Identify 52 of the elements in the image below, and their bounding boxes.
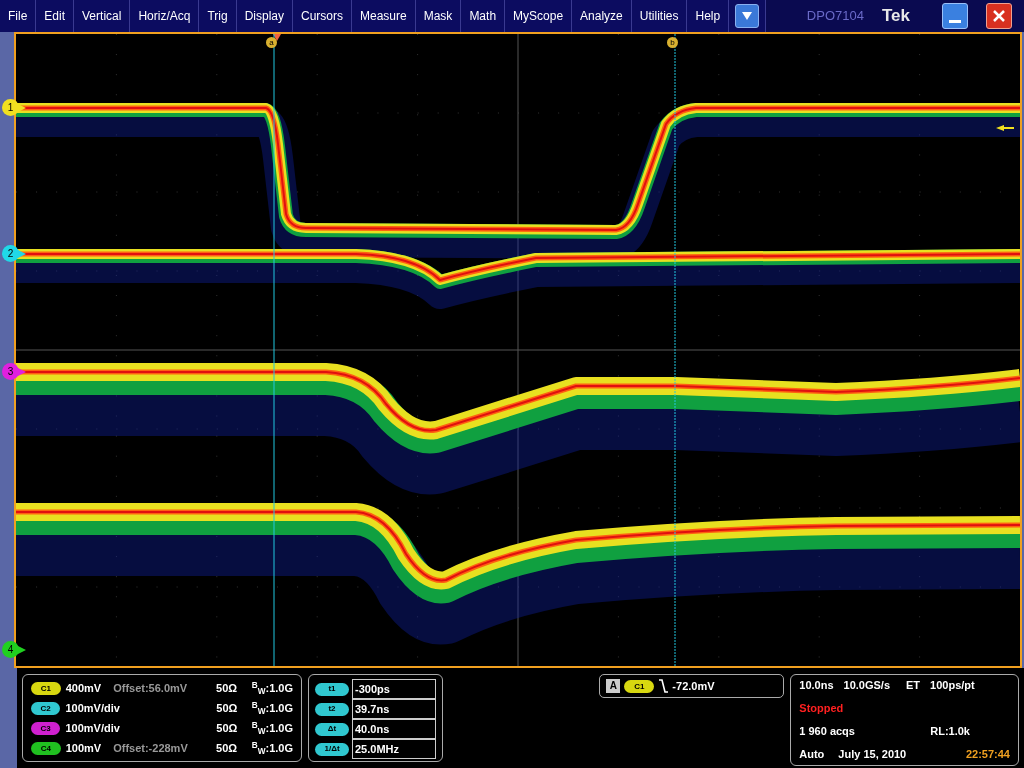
channel-impedance: 50Ω [216, 700, 239, 716]
channel-offset: Offset:-228mV [113, 740, 189, 756]
channel-scale: 100mV/div [65, 720, 121, 736]
run-state: Stopped [799, 701, 845, 717]
close-button[interactable] [986, 3, 1012, 29]
channel-scale: 400mV [65, 680, 103, 696]
brand-logo: Tek [881, 5, 910, 28]
cursor-line[interactable] [674, 34, 676, 666]
timebase: 10.0ns [799, 678, 834, 693]
cursor-button[interactable]: t1 [315, 682, 349, 696]
channel-button[interactable]: C3 [31, 721, 61, 735]
model-name: DPO7104 [806, 7, 864, 26]
minimize-button[interactable] [942, 3, 968, 29]
channel-offset: Offset:56.0mV [113, 680, 189, 696]
trigger-mode: A [606, 679, 621, 693]
marker-arrow-icon [16, 249, 26, 259]
cursor-value: -300ps [352, 679, 437, 699]
channel-button[interactable]: C4 [31, 741, 61, 755]
minimize-icon [949, 20, 961, 23]
channel-button[interactable]: C2 [31, 701, 61, 715]
cursor-value: 39.7ns [352, 699, 437, 719]
channel-scale: 100mV/div [65, 700, 121, 716]
marker-arrow-icon [16, 645, 26, 655]
resolution: 100ps/pt [930, 678, 975, 693]
cursor-button[interactable]: 1/Δt [315, 742, 349, 756]
channel-button[interactable]: C1 [31, 681, 61, 695]
dropdown-button[interactable] [735, 4, 760, 28]
falling-edge-icon [658, 679, 669, 693]
sample-rate: 10.0GS/s [843, 678, 891, 693]
acquisition-mode: ET [906, 678, 921, 693]
channel-impedance: 50Ω [216, 740, 239, 756]
cursor-label[interactable]: a [266, 37, 277, 48]
acquisition-count: 1 960 acqs [799, 724, 855, 740]
cursor-button[interactable]: Δt [315, 722, 349, 736]
cursor-value: 40.0ns [352, 719, 437, 739]
channel-scale: 100mV [65, 740, 103, 756]
cursor-value: 25.0MHz [352, 739, 437, 759]
cursor-label[interactable]: b [667, 37, 678, 48]
record-length: RL:1.0k [930, 724, 970, 740]
marker-arrow-icon [16, 367, 26, 377]
channel-impedance: 50Ω [216, 680, 239, 696]
close-icon [993, 10, 1005, 22]
trigger-level-arrow-icon [996, 125, 1014, 131]
trigger-level: -72.0mV [672, 678, 715, 694]
cursor-button[interactable]: t2 [315, 702, 349, 716]
caret-icon [742, 12, 753, 20]
trigger-source: C1 [624, 679, 655, 693]
time: 22:57:44 [965, 747, 1010, 763]
date: July 15, 2010 [838, 747, 907, 763]
trigger-mode-text: Auto [799, 747, 825, 763]
channel-impedance: 50Ω [216, 720, 239, 736]
marker-arrow-icon [16, 103, 26, 113]
